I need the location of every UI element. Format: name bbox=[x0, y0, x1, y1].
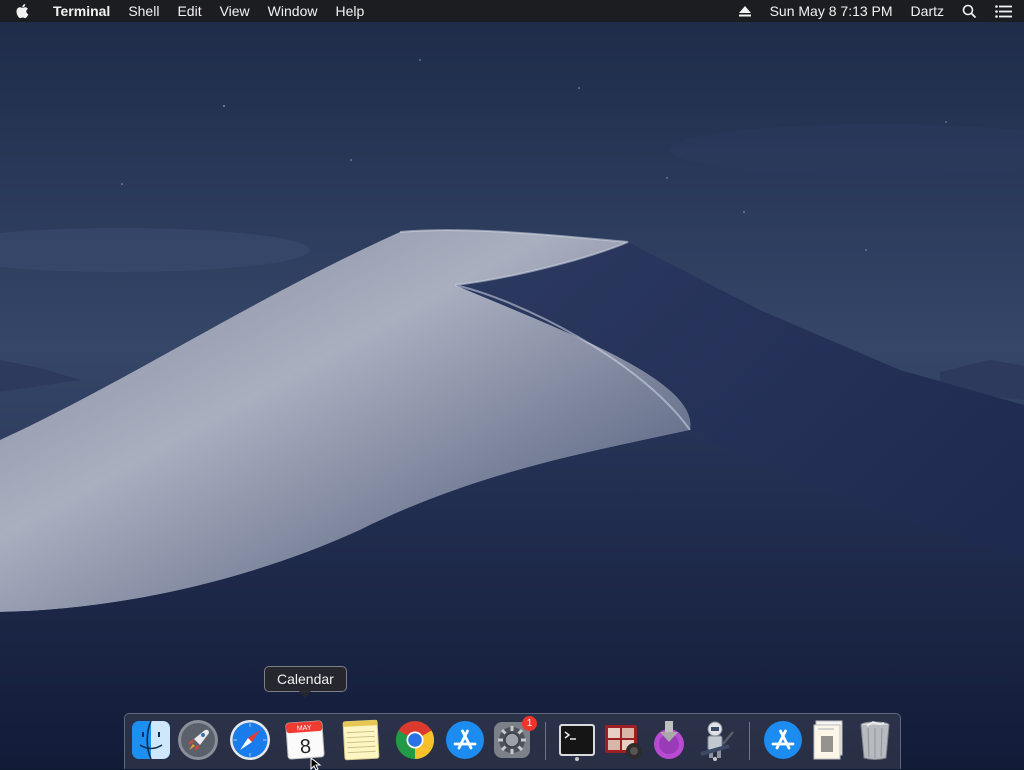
dock-system-preferences[interactable]: 1 bbox=[490, 716, 537, 762]
dock-app-store-folder[interactable] bbox=[761, 718, 805, 762]
dock-separator bbox=[749, 722, 750, 760]
dock-notes[interactable] bbox=[339, 718, 383, 762]
running-indicator bbox=[575, 757, 579, 761]
running-indicator bbox=[713, 757, 717, 761]
notification-center-icon[interactable] bbox=[986, 0, 1024, 22]
dock-terminal[interactable] bbox=[555, 718, 599, 762]
app-store-icon bbox=[446, 721, 484, 759]
dock-separator bbox=[545, 722, 546, 760]
menubar-clock[interactable]: Sun May 8 7:13 PM bbox=[761, 0, 902, 22]
trash-icon bbox=[860, 721, 890, 760]
chrome-icon bbox=[395, 721, 435, 760]
dock-installer[interactable] bbox=[647, 718, 691, 762]
photo-booth-icon bbox=[605, 725, 642, 759]
dock-safari[interactable] bbox=[228, 718, 272, 762]
dock-trash[interactable] bbox=[853, 718, 897, 762]
menu-view[interactable]: View bbox=[211, 0, 259, 22]
menubar-user[interactable]: Dartz bbox=[902, 0, 953, 22]
terminal-icon bbox=[559, 724, 595, 756]
dock-launchpad[interactable] bbox=[176, 718, 220, 762]
installer-icon bbox=[654, 721, 684, 759]
dock-chrome[interactable] bbox=[393, 718, 437, 762]
notes-icon bbox=[342, 719, 380, 761]
menu-shell[interactable]: Shell bbox=[119, 0, 168, 22]
menu-window[interactable]: Window bbox=[259, 0, 327, 22]
dock: MAY 8 1 bbox=[124, 713, 901, 769]
dock-app-store[interactable] bbox=[443, 718, 487, 762]
automator-robot-icon bbox=[700, 721, 734, 758]
eject-icon[interactable] bbox=[729, 0, 761, 22]
documents-stack-icon bbox=[813, 720, 843, 760]
dock-automator[interactable] bbox=[693, 718, 737, 762]
calendar-month: MAY bbox=[297, 725, 312, 733]
calendar-day: 8 bbox=[299, 736, 312, 759]
launchpad-rocket-icon bbox=[178, 720, 218, 760]
desktop-wallpaper bbox=[0, 0, 1024, 768]
menu-app-terminal[interactable]: Terminal bbox=[44, 0, 119, 22]
apple-icon[interactable] bbox=[0, 0, 44, 22]
menu-help[interactable]: Help bbox=[326, 0, 373, 22]
menu-bar: Terminal Shell Edit View Window Help Sun… bbox=[0, 0, 1024, 22]
dock-photo-booth[interactable] bbox=[601, 718, 645, 762]
finder-icon bbox=[132, 720, 170, 760]
dock-documents[interactable] bbox=[807, 718, 851, 762]
spotlight-search-icon[interactable] bbox=[953, 0, 986, 22]
safari-compass-icon bbox=[230, 720, 270, 760]
mouse-pointer-icon bbox=[310, 758, 322, 770]
menu-edit[interactable]: Edit bbox=[168, 0, 210, 22]
dock-calendar[interactable]: MAY 8 bbox=[283, 718, 327, 762]
dock-finder[interactable] bbox=[129, 718, 173, 762]
app-store-folder-icon bbox=[764, 721, 802, 759]
calendar-icon: MAY 8 bbox=[285, 720, 325, 760]
dock-tooltip: Calendar bbox=[264, 666, 347, 698]
notification-badge: 1 bbox=[522, 716, 537, 731]
